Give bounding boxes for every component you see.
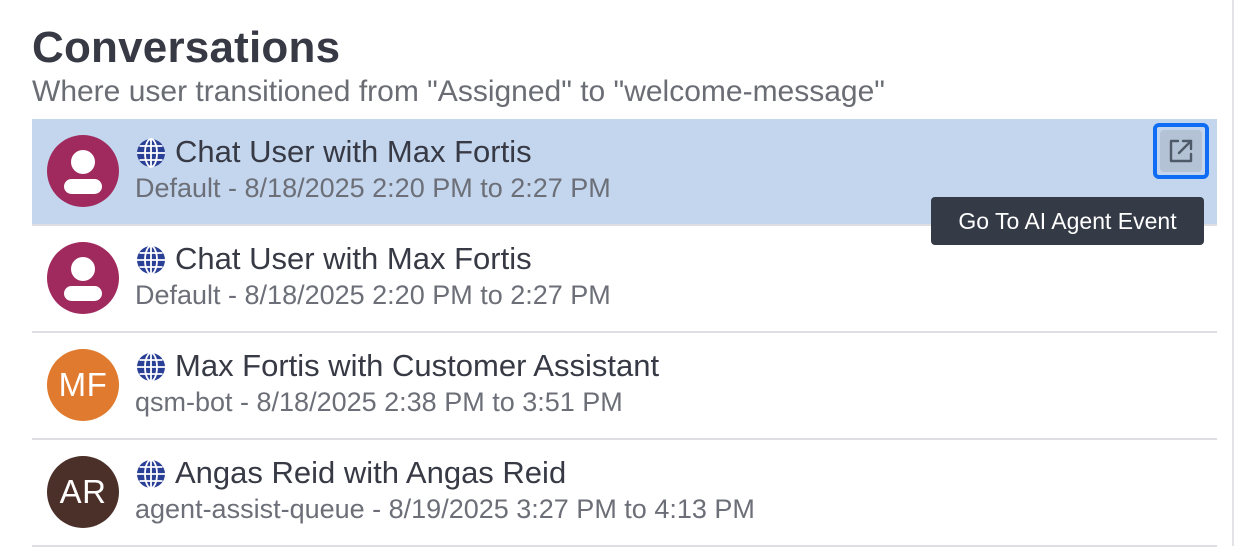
- person-icon: [64, 150, 102, 194]
- page-subtitle: Where user transitioned from "Assigned" …: [32, 75, 885, 108]
- globe-icon: [137, 245, 165, 275]
- conversation-title: Angas Reid with Angas Reid: [175, 455, 567, 490]
- conversation-details: agent-assist-queue - 8/19/2025 3:27 PM t…: [135, 494, 755, 524]
- avatar: [47, 135, 119, 207]
- globe-icon: [137, 138, 165, 168]
- go-to-ai-agent-event-button[interactable]: [1153, 123, 1209, 179]
- globe-icon: [137, 459, 165, 489]
- conversation-title: Max Fortis with Customer Assistant: [175, 348, 660, 383]
- globe-icon: [137, 352, 165, 382]
- conversation-details: Default - 8/18/2025 2:20 PM to 2:27 PM: [135, 173, 611, 203]
- external-link-icon: [1169, 139, 1193, 163]
- conversations-panel: Conversations Where user transitioned fr…: [0, 0, 1234, 547]
- conversation-title: Chat User with Max Fortis: [175, 134, 532, 169]
- avatar-initials: MF: [58, 366, 108, 403]
- conversation-title: Chat User with Max Fortis: [175, 241, 532, 276]
- avatar-initials: AR: [59, 473, 107, 510]
- avatar: [47, 242, 119, 314]
- conversation-details: Default - 8/18/2025 2:20 PM to 2:27 PM: [135, 280, 611, 310]
- avatar: MF: [47, 349, 119, 421]
- avatar: AR: [47, 456, 119, 528]
- conversation-row[interactable]: AR Angas Reid with Angas Reid agent-assi…: [32, 440, 1217, 547]
- conversation-details: qsm-bot - 8/18/2025 2:38 PM to 3:51 PM: [135, 387, 623, 417]
- conversation-list: Chat User with Max Fortis Default - 8/18…: [32, 119, 1217, 547]
- page-title: Conversations: [32, 23, 341, 72]
- person-icon: [64, 257, 102, 301]
- conversation-row[interactable]: MF Max Fortis with Customer Assistant qs…: [32, 333, 1217, 440]
- tooltip: Go To AI Agent Event: [931, 197, 1204, 245]
